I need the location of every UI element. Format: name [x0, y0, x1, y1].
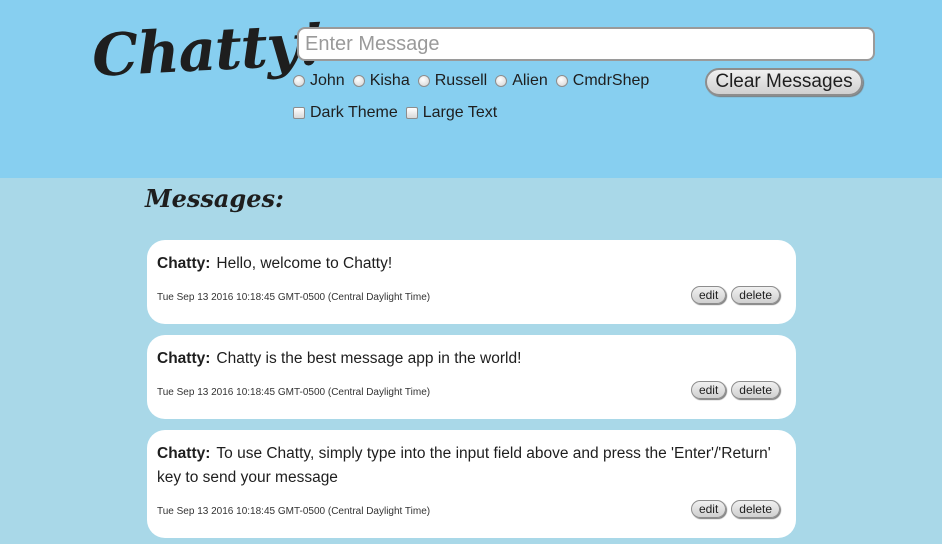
message-text: Hello, welcome to Chatty!	[216, 255, 393, 272]
radio-option-cmdrshep[interactable]: CmdrShep	[555, 72, 650, 90]
radio-button[interactable]	[293, 75, 305, 87]
delete-button[interactable]: delete	[731, 286, 780, 304]
header-bar: Chatty! John Kisha Russell Alien CmdrShe…	[0, 0, 942, 178]
checkbox[interactable]	[405, 107, 418, 119]
message-card: Chatty: Hello, welcome to Chatty! Tue Sep…	[147, 240, 796, 324]
message-author: Chatty:	[157, 445, 211, 462]
message-text: To use Chatty, simply type into the inpu…	[157, 445, 771, 486]
messages-heading: Messages:	[145, 184, 284, 213]
radio-option-russell[interactable]: Russell	[417, 72, 488, 90]
edit-button[interactable]: edit	[690, 381, 727, 399]
edit-button[interactable]: edit	[690, 500, 727, 518]
message-actions: edit delete	[686, 500, 780, 518]
edit-button[interactable]: edit	[690, 286, 727, 304]
checkbox-option-dark-theme[interactable]: Dark Theme	[293, 104, 398, 122]
radio-button[interactable]	[555, 75, 568, 87]
message-card: Chatty: Chatty is the best message app in…	[147, 335, 796, 419]
message-card: Chatty: To use Chatty, simply type into t…	[147, 430, 796, 538]
radio-label: Russell	[434, 72, 488, 89]
radio-button[interactable]	[417, 75, 430, 87]
checkbox-label: Large Text	[422, 104, 498, 121]
message-actions: edit delete	[686, 286, 780, 304]
clear-messages-button[interactable]: Clear Messages	[705, 68, 863, 96]
radio-label: Kisha	[369, 72, 410, 89]
message-author: Chatty:	[157, 255, 211, 272]
radio-label: Alien	[512, 72, 548, 89]
message-timestamp: Tue Sep 13 2016 10:18:45 GMT-0500 (Centr…	[157, 506, 431, 517]
message-input[interactable]	[297, 27, 875, 61]
radio-option-john[interactable]: John	[293, 72, 345, 90]
delete-button[interactable]: delete	[731, 381, 780, 399]
checkbox[interactable]	[293, 107, 305, 119]
delete-button[interactable]: delete	[731, 500, 780, 518]
app-logo: Chatty!	[90, 9, 326, 91]
message-timestamp: Tue Sep 13 2016 10:18:45 GMT-0500 (Centr…	[157, 292, 431, 303]
message-timestamp: Tue Sep 13 2016 10:18:45 GMT-0500 (Centr…	[157, 387, 431, 398]
message-author: Chatty:	[157, 350, 211, 367]
radio-button[interactable]	[495, 75, 508, 87]
radio-option-alien[interactable]: Alien	[495, 72, 548, 90]
checkbox-option-large-text[interactable]: Large Text	[405, 104, 498, 122]
checkbox-label: Dark Theme	[310, 104, 398, 121]
radio-option-kisha[interactable]: Kisha	[352, 72, 410, 90]
message-text: Chatty is the best message app in the wo…	[216, 350, 522, 367]
radio-button[interactable]	[352, 75, 365, 87]
user-radio-group: John Kisha Russell Alien CmdrShep	[293, 72, 657, 90]
message-actions: edit delete	[686, 381, 780, 399]
radio-label: John	[310, 72, 345, 89]
message-body: Chatty: Hello, welcome to Chatty!	[157, 252, 780, 276]
radio-label: CmdrShep	[572, 72, 650, 89]
message-body: Chatty: Chatty is the best message app in…	[157, 347, 780, 371]
options-checkbox-group: Dark Theme Large Text	[293, 104, 505, 122]
message-body: Chatty: To use Chatty, simply type into t…	[157, 442, 780, 490]
